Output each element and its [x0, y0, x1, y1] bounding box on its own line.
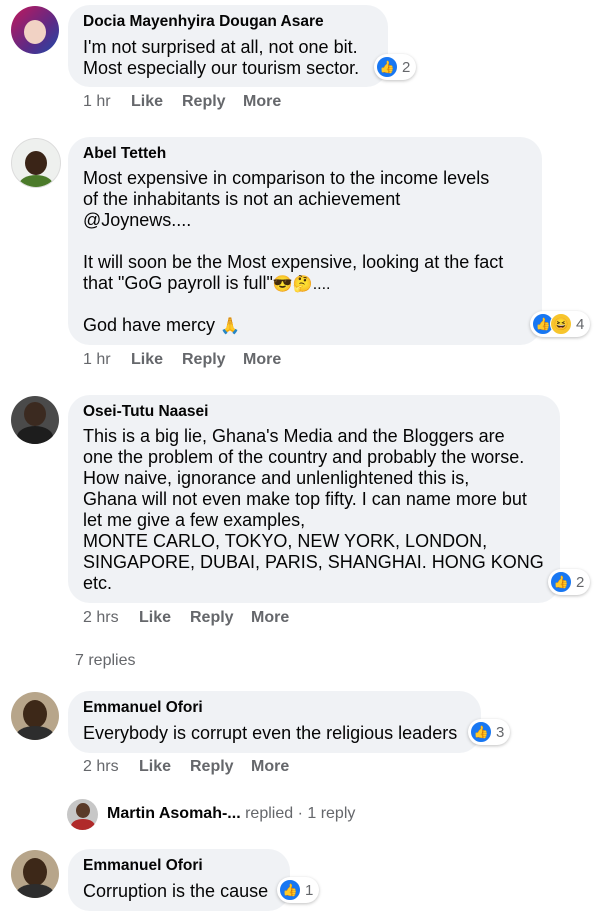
avatar[interactable] — [11, 850, 59, 898]
comment-text-fragment: God have mercy — [83, 315, 216, 335]
thumbs-up-icon: 👍 — [550, 571, 572, 593]
comment-text-fragment: that "GoG payroll is full" — [83, 273, 273, 293]
more-link[interactable]: More — [243, 351, 281, 369]
thumbs-up-icon: 👍 — [470, 721, 492, 743]
comment-time[interactable]: 1 hr — [83, 351, 111, 369]
reaction-summary[interactable]: 👍 3 — [468, 719, 511, 745]
thumbs-up-icon: 👍 — [279, 879, 301, 901]
comment-text-line: I'm not surprised at all, not one bit. — [83, 37, 358, 57]
avatar-face — [23, 858, 47, 886]
reaction-count: 2 — [576, 573, 585, 591]
like-link[interactable]: Like — [139, 758, 171, 776]
avatar[interactable] — [11, 692, 59, 740]
reaction-summary[interactable]: 👍 2 — [374, 54, 417, 80]
avatar-shirt — [16, 726, 54, 740]
more-link[interactable]: More — [251, 758, 289, 776]
comment-text-line: let me give a few examples, — [83, 510, 306, 530]
comment-text-line: Most especially our tourism sector. — [83, 58, 360, 78]
avatar-face — [24, 402, 46, 426]
comment-time[interactable]: 1 hr — [83, 93, 111, 111]
cool-thinking-emoji: 😎🤔.... — [272, 276, 331, 293]
like-link[interactable]: Like — [131, 351, 163, 369]
avatar-face — [24, 20, 46, 44]
like-link[interactable]: Like — [131, 93, 163, 111]
comment-author[interactable]: Docia Mayenhyira Dougan Asare — [83, 13, 324, 31]
comment-text-line: Most expensive in comparison to the inco… — [83, 168, 490, 188]
comment-text-line: It will soon be the Most expensive, look… — [83, 252, 504, 272]
avatar-face — [23, 700, 47, 728]
avatar-shirt — [16, 884, 54, 898]
comment-author[interactable]: Emmanuel Ofori — [83, 857, 203, 875]
comment-text-line: of the inhabitants is not an achievement — [83, 189, 401, 209]
comment-text-line: How naive, ignorance and unlenlightened … — [83, 468, 470, 488]
comment-text-line: Ghana will not even make top fifty. I ca… — [83, 489, 527, 509]
avatar[interactable] — [67, 799, 98, 830]
avatar-shirt — [19, 175, 53, 187]
reaction-summary[interactable]: 👍 1 — [277, 877, 320, 903]
avatar[interactable] — [11, 6, 59, 54]
comment-text-line: SINGAPORE, DUBAI, PARIS, SHANGHAI. HONG … — [83, 552, 544, 572]
reply-link[interactable]: Reply — [190, 609, 234, 627]
reply-link[interactable]: Reply — [190, 758, 234, 776]
reaction-summary[interactable]: 👍 😆 4 — [530, 311, 591, 337]
avatar-face — [25, 151, 47, 175]
comment-text-line: Everybody is corrupt even the religious … — [83, 723, 458, 743]
reaction-count: 2 — [402, 58, 411, 76]
replied-label: replied — [245, 805, 294, 822]
avatar-shirt — [17, 426, 53, 444]
avatar-shirt — [71, 819, 95, 830]
praying-hands-emoji: 🙏 — [220, 318, 240, 335]
reaction-count: 1 — [305, 881, 314, 899]
thumbs-up-icon: 👍 — [376, 56, 398, 78]
haha-icon: 😆 — [550, 313, 572, 335]
comment-text-line: etc. — [83, 573, 113, 593]
comment-author[interactable]: Abel Tetteh — [83, 145, 166, 163]
reaction-count: 4 — [576, 315, 585, 333]
more-link[interactable]: More — [251, 609, 289, 627]
avatar-face — [76, 803, 90, 818]
replier-name[interactable]: Martin Asomah-... — [107, 805, 241, 822]
reaction-count: 3 — [496, 723, 505, 741]
like-link[interactable]: Like — [139, 609, 171, 627]
avatar[interactable] — [11, 396, 59, 444]
more-link[interactable]: More — [243, 93, 281, 111]
comment-time[interactable]: 2 hrs — [83, 609, 119, 627]
comment-text-line: This is a big lie, Ghana's Media and the… — [83, 426, 505, 446]
reply-link[interactable]: Reply — [182, 93, 226, 111]
comment-text-line: one the problem of the country and proba… — [83, 447, 525, 467]
comment-author[interactable]: Emmanuel Ofori — [83, 699, 203, 717]
comment-text-line: that "GoG payroll is full"😎🤔.... — [83, 273, 330, 295]
comment-text-line: God have mercy 🙏 — [83, 315, 240, 337]
comment-text-line: MONTE CARLO, TOKYO, NEW YORK, LONDON, — [83, 531, 488, 551]
comment-time[interactable]: 2 hrs — [83, 758, 119, 776]
comment-text-line[interactable]: @Joynews.... — [83, 210, 191, 231]
reply-link[interactable]: Reply — [182, 351, 226, 369]
replied-by-row[interactable]: Martin Asomah-... replied · 1 reply — [107, 805, 355, 823]
avatar[interactable] — [11, 138, 61, 188]
comment-author[interactable]: Osei-Tutu Naasei — [83, 403, 208, 421]
view-replies-link[interactable]: 7 replies — [75, 652, 135, 670]
comment-text-line: Corruption is the cause — [83, 881, 269, 901]
reaction-summary[interactable]: 👍 2 — [548, 569, 591, 595]
reply-count-link[interactable]: 1 reply — [307, 805, 355, 822]
separator-dot: · — [297, 805, 303, 822]
